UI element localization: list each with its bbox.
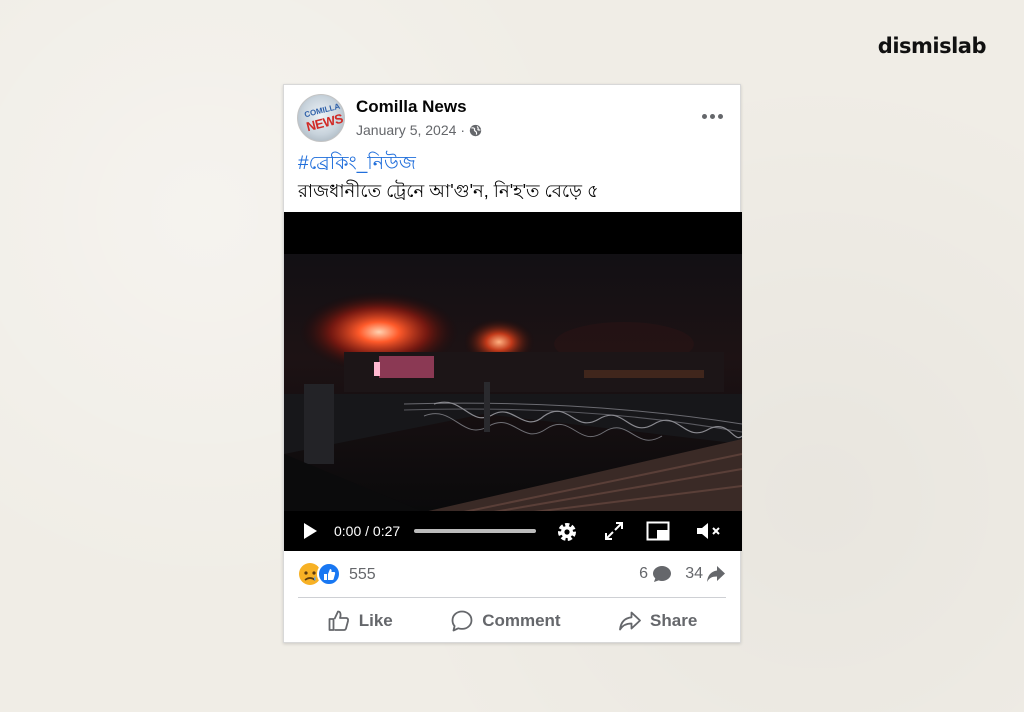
reaction-count[interactable]: 555 bbox=[349, 566, 376, 584]
video-progress-bar[interactable] bbox=[414, 529, 536, 533]
dot-icon bbox=[717, 113, 723, 119]
avatar[interactable]: COMILLA NEWS bbox=[297, 94, 345, 142]
video-player[interactable]: 0:00 / 0:27 bbox=[284, 212, 742, 551]
dismislab-logo: dismislab bbox=[877, 34, 987, 58]
muted-volume-icon[interactable] bbox=[694, 520, 722, 542]
more-options-button[interactable] bbox=[697, 104, 727, 128]
settings-icon[interactable] bbox=[555, 520, 579, 544]
share-count: 34 bbox=[685, 565, 703, 582]
thumbs-up-icon bbox=[328, 610, 349, 631]
post-date[interactable]: January 5, 2024 bbox=[356, 122, 456, 138]
share-arrow-icon bbox=[707, 566, 725, 582]
facebook-post-card: COMILLA NEWS Comilla News January 5, 202… bbox=[283, 84, 742, 643]
picture-in-picture-icon[interactable] bbox=[646, 520, 670, 542]
comment-bubble-icon bbox=[653, 566, 671, 582]
comment-count: 6 bbox=[639, 565, 648, 582]
share-button[interactable]: Share bbox=[608, 605, 707, 637]
video-frame bbox=[284, 254, 742, 512]
globe-icon bbox=[469, 124, 482, 136]
comment-count-stat[interactable]: 6 bbox=[639, 565, 672, 583]
share-count-stat[interactable]: 34 bbox=[685, 565, 726, 583]
post-caption: রাজধানীতে ট্রেনে আ'গু'ন, নি'হ'ত বেড়ে ৫ bbox=[298, 181, 599, 201]
post-stats: 555 6 34 bbox=[298, 561, 726, 589]
meta-separator: · bbox=[460, 122, 466, 138]
comment-button[interactable]: Comment bbox=[440, 605, 570, 637]
like-label: Like bbox=[358, 611, 393, 630]
comment-icon bbox=[451, 610, 473, 632]
post-actions: Like Comment Share bbox=[298, 603, 726, 639]
share-icon bbox=[619, 611, 641, 631]
reaction-icons[interactable] bbox=[298, 562, 344, 586]
video-time: 0:00 / 0:27 bbox=[334, 523, 401, 539]
dot-icon bbox=[701, 113, 707, 119]
video-controls: 0:00 / 0:27 bbox=[284, 511, 742, 551]
comment-label: Comment bbox=[482, 611, 561, 630]
like-icon bbox=[317, 562, 341, 586]
fullscreen-icon[interactable] bbox=[603, 520, 625, 542]
post-meta: January 5, 2024 · bbox=[356, 122, 482, 138]
share-label: Share bbox=[650, 611, 698, 630]
like-button[interactable]: Like bbox=[317, 605, 403, 637]
post-header: COMILLA NEWS Comilla News January 5, 202… bbox=[297, 94, 727, 144]
page-name[interactable]: Comilla News bbox=[356, 97, 467, 117]
dot-icon bbox=[709, 113, 715, 119]
play-icon[interactable] bbox=[302, 522, 318, 540]
actions-divider bbox=[298, 597, 726, 598]
